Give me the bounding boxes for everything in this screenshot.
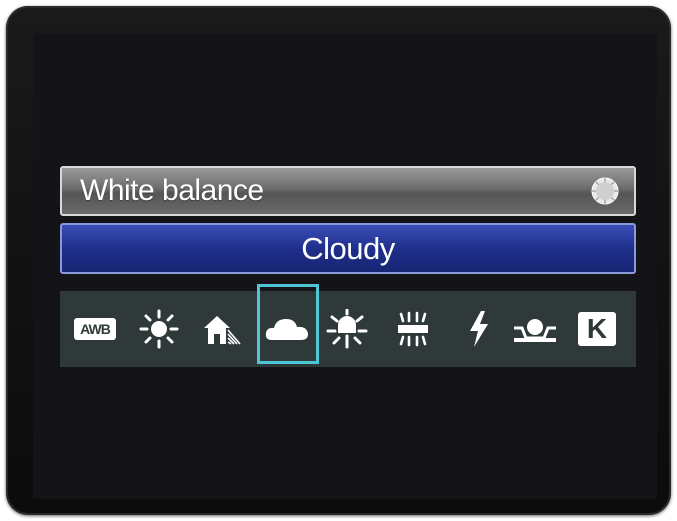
awb-icon: AWB bbox=[74, 318, 116, 340]
wb-option-auto[interactable]: AWB bbox=[68, 291, 122, 367]
custom-wb-icon bbox=[514, 319, 556, 342]
menu-title: White balance bbox=[80, 174, 264, 207]
shade-house-icon bbox=[204, 316, 241, 345]
wb-option-kelvin[interactable]: K bbox=[570, 291, 624, 367]
dial-icon bbox=[591, 177, 619, 205]
wb-option-shade[interactable] bbox=[194, 291, 248, 367]
fluorescent-icon bbox=[398, 311, 428, 347]
selected-value-bar[interactable]: Cloudy bbox=[60, 223, 636, 274]
wb-option-custom[interactable] bbox=[508, 291, 562, 367]
tungsten-bulb-icon bbox=[326, 309, 368, 349]
wb-option-tungsten[interactable] bbox=[320, 291, 374, 367]
kelvin-icon: K bbox=[578, 312, 616, 346]
selected-value: Cloudy bbox=[301, 231, 395, 266]
wb-option-fluorescent[interactable] bbox=[386, 291, 440, 367]
wb-option-flash[interactable] bbox=[452, 291, 506, 367]
flash-icon bbox=[470, 311, 488, 347]
sun-icon bbox=[139, 309, 179, 349]
selection-highlight bbox=[257, 284, 319, 364]
menu-title-bar: White balance bbox=[60, 166, 636, 216]
wb-option-daylight[interactable] bbox=[132, 291, 186, 367]
wb-mode-strip: AWB K bbox=[60, 291, 636, 367]
